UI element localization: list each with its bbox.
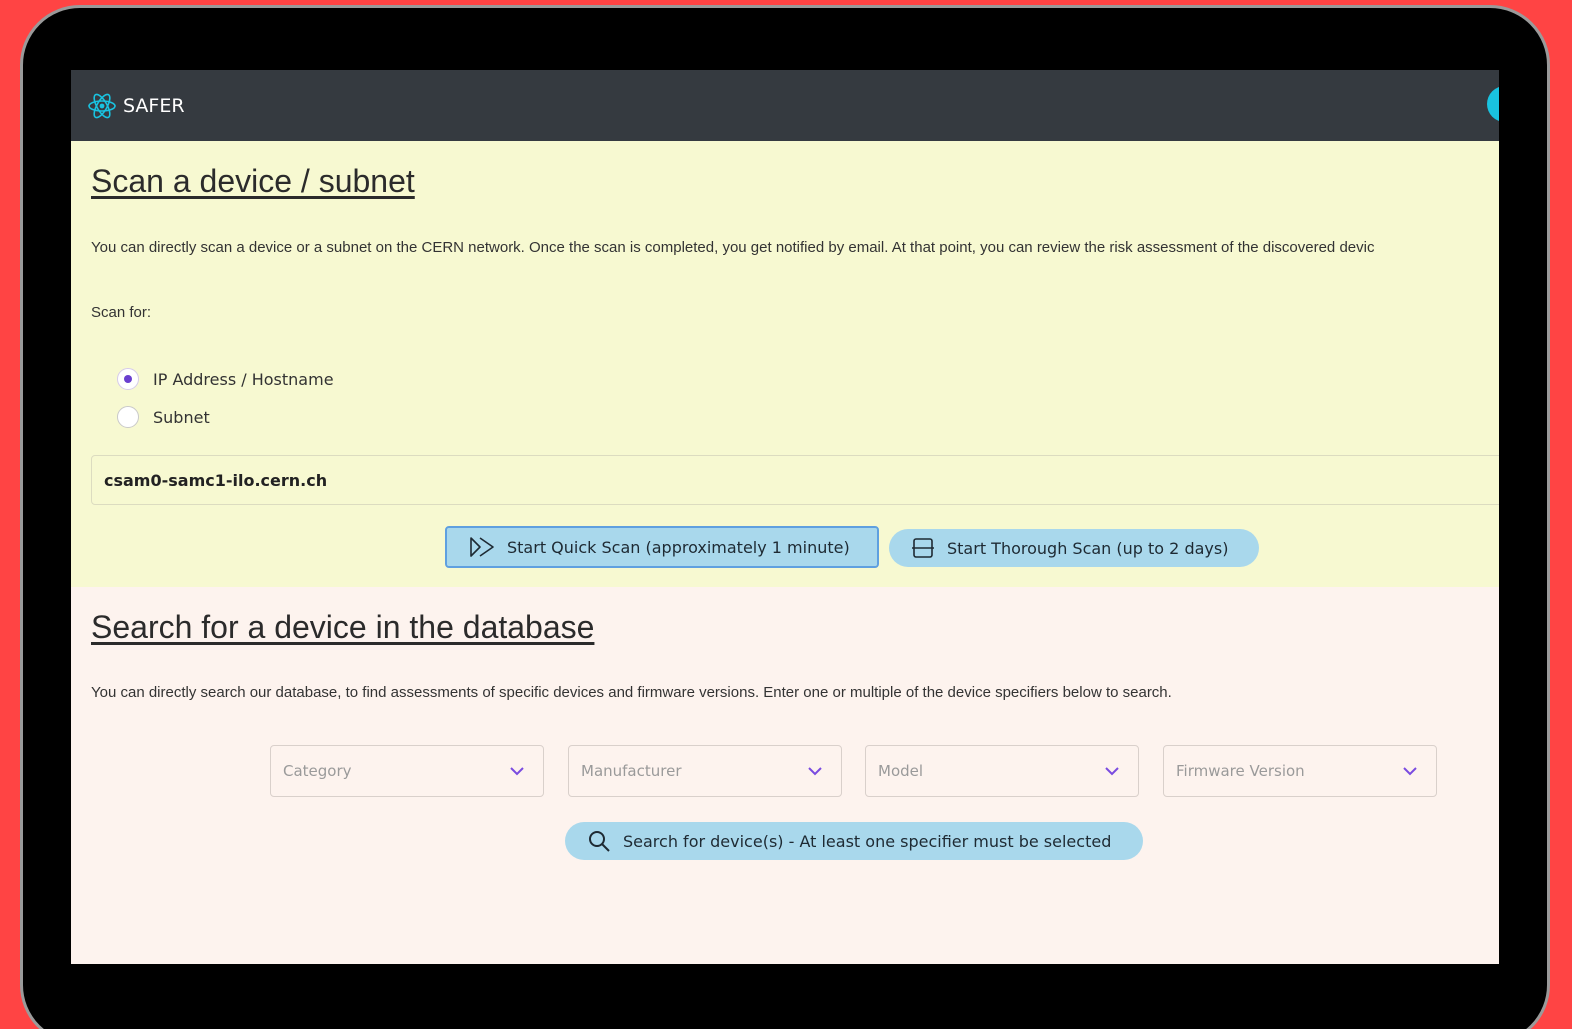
fast-forward-icon [470, 537, 494, 557]
search-section: Search for a device in the database You … [71, 587, 1499, 964]
chevron-down-icon [1105, 767, 1119, 776]
user-avatar[interactable] [1487, 86, 1499, 122]
search-devices-label: Search for device(s) - At least one spec… [623, 831, 1112, 851]
manufacturer-select[interactable]: Manufacturer [568, 745, 842, 797]
chevron-down-icon [510, 767, 524, 776]
search-description: You can directly search our database, to… [91, 684, 1172, 701]
firmware-version-placeholder: Firmware Version [1176, 762, 1305, 780]
scan-description: You can directly scan a device or a subn… [91, 239, 1375, 256]
brand-link[interactable]: SAFER [87, 91, 185, 121]
radio-subnet-button[interactable] [117, 406, 139, 428]
model-select[interactable]: Model [865, 745, 1139, 797]
quick-scan-button[interactable]: Start Quick Scan (approximately 1 minute… [445, 526, 879, 568]
brand-name: SAFER [123, 94, 185, 117]
radio-ip-hostname[interactable]: IP Address / Hostname [117, 368, 334, 390]
hostname-input[interactable]: csam0-samc1-ilo.cern.ch [91, 455, 1499, 505]
model-placeholder: Model [878, 762, 924, 780]
radio-subnet[interactable]: Subnet [117, 406, 210, 428]
category-placeholder: Category [283, 762, 352, 780]
radio-ip-hostname-button[interactable] [117, 368, 139, 390]
scan-section: Scan a device / subnet You can directly … [71, 141, 1499, 587]
react-atom-icon [88, 93, 116, 118]
firmware-version-select[interactable]: Firmware Version [1163, 745, 1437, 797]
category-select[interactable]: Category [270, 745, 544, 797]
top-navbar: SAFER [71, 70, 1499, 141]
app-screen: SAFER Scan a device / subnet You can dir… [71, 70, 1499, 964]
search-title: Search for a device in the database [91, 609, 595, 645]
manufacturer-placeholder: Manufacturer [581, 762, 682, 780]
scan-for-label: Scan for: [91, 304, 152, 321]
search-icon [589, 831, 610, 852]
thorough-scan-button[interactable]: Start Thorough Scan (up to 2 days) [889, 529, 1259, 567]
chevron-down-icon [1403, 767, 1417, 776]
scan-title: Scan a device / subnet [91, 163, 415, 199]
search-devices-button[interactable]: Search for device(s) - At least one spec… [565, 822, 1143, 860]
quick-scan-label: Start Quick Scan (approximately 1 minute… [507, 537, 850, 557]
radio-ip-hostname-label: IP Address / Hostname [153, 369, 334, 389]
scan-frame-icon [912, 538, 934, 558]
radio-subnet-label: Subnet [153, 407, 210, 427]
chevron-down-icon [808, 767, 822, 776]
thorough-scan-label: Start Thorough Scan (up to 2 days) [947, 538, 1229, 558]
